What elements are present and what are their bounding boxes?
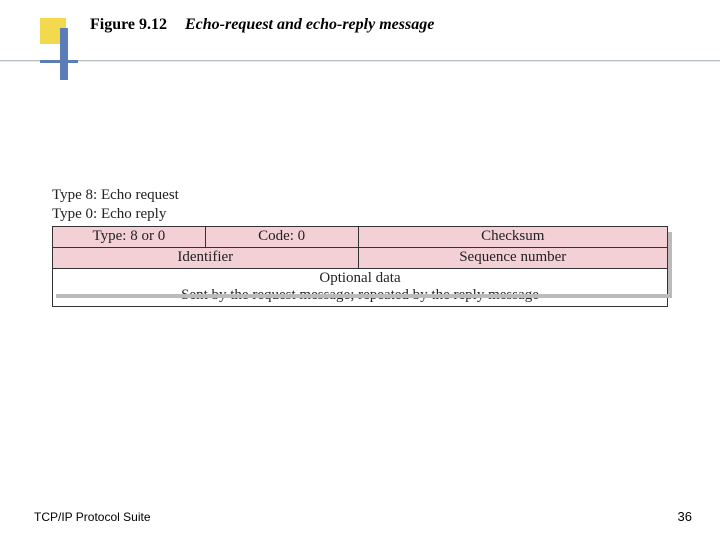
cell-optional-data: Optional data Sent by the request messag… — [53, 269, 668, 307]
type-legend: Type 8: Echo request Type 0: Echo reply — [52, 186, 179, 224]
cell-code: Code: 0 — [205, 227, 358, 248]
footer-text: TCP/IP Protocol Suite — [34, 510, 151, 524]
table-shadow-bottom — [56, 294, 672, 298]
type-line-reply: Type 0: Echo reply — [52, 205, 179, 224]
page-number: 36 — [678, 509, 692, 524]
figure-label: Figure 9.12 — [90, 16, 167, 34]
cell-checksum: Checksum — [358, 227, 668, 248]
table-shadow-right — [668, 232, 672, 295]
cell-identifier: Identifier — [53, 248, 359, 269]
optional-data-line1: Optional data — [53, 270, 667, 287]
table-row: Optional data Sent by the request messag… — [53, 269, 668, 307]
table-row: Type: 8 or 0 Code: 0 Checksum — [53, 227, 668, 248]
type-line-request: Type 8: Echo request — [52, 186, 179, 205]
cell-type: Type: 8 or 0 — [53, 227, 206, 248]
header-rule-accent — [40, 60, 78, 63]
table-row: Identifier Sequence number — [53, 248, 668, 269]
figure-title: Echo-request and echo-reply message — [185, 16, 434, 34]
blue-bar-icon — [60, 28, 68, 80]
header-rule — [0, 60, 720, 62]
cell-sequence: Sequence number — [358, 248, 668, 269]
